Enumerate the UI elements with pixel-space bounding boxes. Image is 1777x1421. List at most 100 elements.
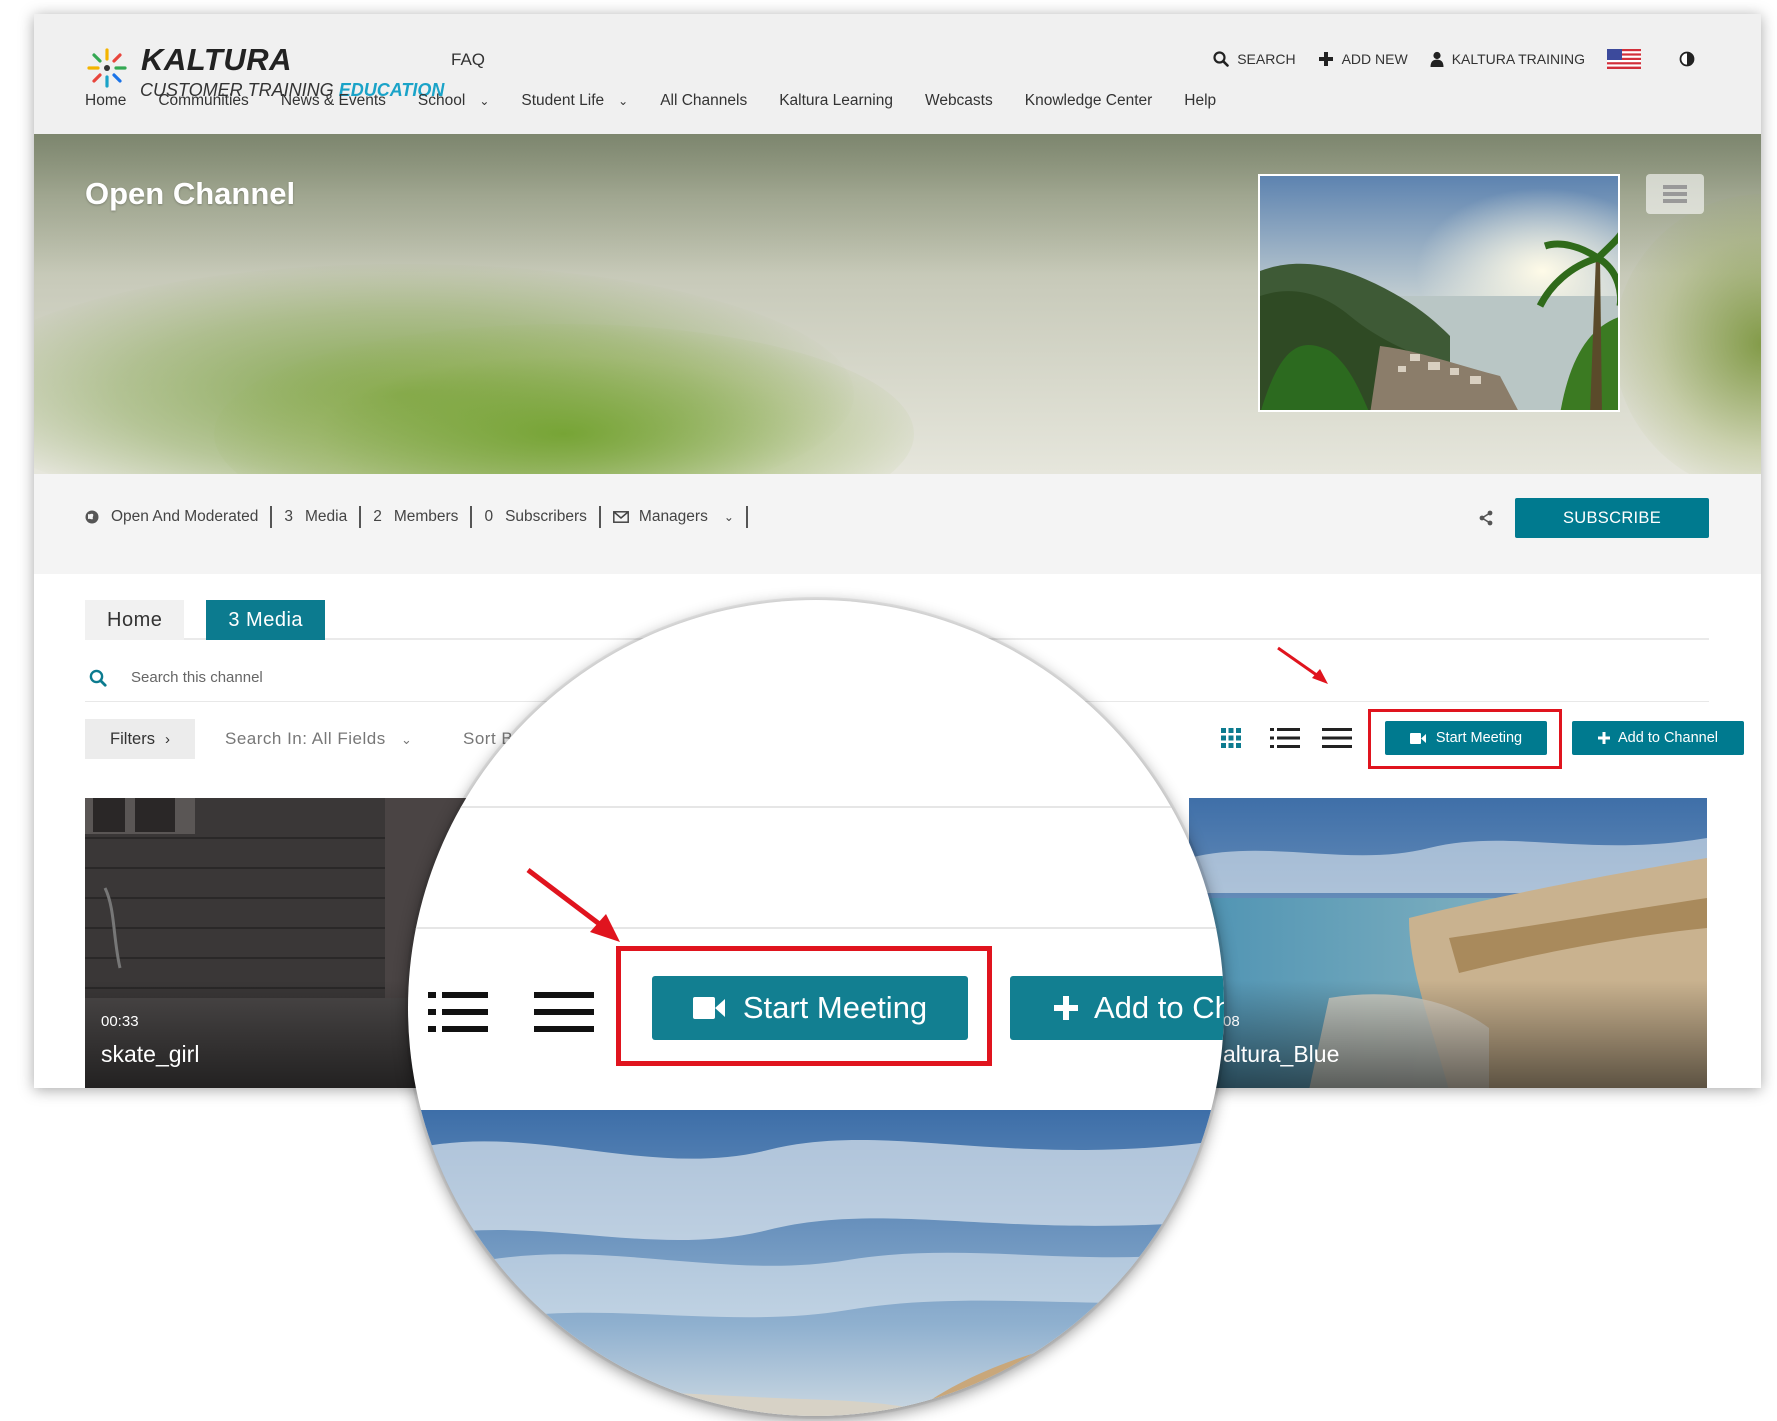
media-duration: 08: [1223, 1013, 1240, 1030]
video-camera-icon: [692, 997, 725, 1019]
search-in-dropdown[interactable]: Search In: All Fields ⌄: [225, 729, 412, 749]
managers-label: Managers: [638, 508, 708, 525]
nav-help[interactable]: Help: [1184, 92, 1216, 110]
start-meeting-label: Start Meeting: [742, 990, 928, 1025]
managers-dropdown[interactable]: Managers ⌄: [612, 508, 734, 526]
utility-bar: SEARCH ADD NEW KALTURA TRAINING: [1213, 49, 1695, 69]
envelope-icon: [612, 511, 629, 523]
add-to-channel-label: Add to Ch: [1094, 990, 1224, 1025]
contrast-icon[interactable]: [1679, 51, 1695, 67]
channel-actions-button[interactable]: [1646, 174, 1704, 214]
channel-stats: Open And Moderated 3 Media 2 Members 0 S…: [85, 506, 760, 528]
nav-knowledge-center[interactable]: Knowledge Center: [1025, 92, 1153, 110]
channel-title: Open Channel: [85, 176, 296, 211]
divider: [598, 506, 601, 528]
nav-student-life[interactable]: Student Life ⌄: [521, 92, 628, 110]
nav-school-label: School: [417, 92, 466, 109]
coastline-image: [1260, 176, 1618, 410]
search-in-label: Search In: All Fields: [225, 729, 386, 748]
members-count: 2: [373, 508, 382, 525]
add-to-channel-label: Add to Channel: [1618, 730, 1718, 746]
start-meeting-button[interactable]: Start Meeting: [1385, 721, 1547, 755]
chevron-down-icon: ⌄: [723, 510, 734, 524]
site-header: KALTURA CUSTOMER TRAINING EDUCATION FAQ …: [34, 14, 1761, 134]
add-new-label: ADD NEW: [1341, 51, 1408, 67]
plus-icon: [1318, 52, 1333, 66]
add-new-link[interactable]: ADD NEW: [1318, 51, 1408, 67]
tab-media[interactable]: 3 Media: [206, 600, 326, 640]
tab-home[interactable]: Home: [85, 600, 185, 640]
faq-link[interactable]: FAQ: [451, 50, 485, 70]
media-label: Media: [304, 508, 348, 525]
channel-banner: Open Channel: [34, 134, 1761, 474]
media-count: 3: [284, 508, 293, 525]
search-icon: [89, 669, 107, 687]
stage: KALTURA CUSTOMER TRAINING EDUCATION FAQ …: [0, 0, 1777, 1421]
nav-help-label: Help: [1184, 92, 1217, 109]
nav-communities-label: Communities: [158, 92, 249, 109]
user-icon: [1430, 51, 1444, 67]
nav-school[interactable]: School ⌄: [418, 92, 489, 110]
user-name: KALTURA TRAINING: [1451, 51, 1585, 67]
video-camera-icon: [1409, 732, 1426, 744]
filters-label: Filters: [110, 729, 155, 748]
detailed-list-view-icon[interactable]: [428, 992, 488, 1032]
nav-home[interactable]: Home: [85, 92, 126, 110]
annotation-arrow: [526, 868, 620, 942]
logo-title: KALTURA: [141, 42, 293, 77]
detailed-list-view-icon[interactable]: [1270, 728, 1300, 748]
compact-list-view-icon[interactable]: [1322, 728, 1352, 748]
nav-webcasts-label: Webcasts: [924, 92, 993, 109]
search-link[interactable]: SEARCH: [1213, 51, 1296, 67]
nav-student-life-label: Student Life: [521, 92, 605, 109]
kaltura-logo-icon: [87, 48, 127, 88]
beach-thumbnail-zoomed: [408, 1110, 1224, 1416]
menu-icon: [1663, 185, 1687, 203]
user-menu[interactable]: KALTURA TRAINING: [1430, 51, 1585, 67]
start-meeting-button-zoomed[interactable]: Start Meeting: [652, 976, 968, 1040]
media-title[interactable]: skate_girl: [101, 1041, 199, 1068]
site-logo[interactable]: KALTURA CUSTOMER TRAINING EDUCATION: [85, 30, 444, 100]
share-icon[interactable]: [1478, 510, 1494, 526]
nav-webcasts[interactable]: Webcasts: [925, 92, 993, 110]
card-shade: [1189, 980, 1707, 1088]
plus-icon: [1054, 996, 1078, 1020]
nav-kaltura-learning[interactable]: Kaltura Learning: [779, 92, 893, 110]
start-meeting-label: Start Meeting: [1435, 730, 1523, 746]
search-icon: [1213, 51, 1230, 67]
subscribers-count: 0: [484, 508, 494, 525]
grid-view-icon[interactable]: [1221, 728, 1241, 748]
filters-button[interactable]: Filters ›: [85, 719, 195, 759]
divider: [359, 506, 362, 528]
main-nav: Home Communities News & Events School ⌄ S…: [85, 92, 1248, 110]
chevron-right-icon: ›: [164, 730, 170, 748]
chevron-down-icon: ⌄: [479, 94, 490, 108]
channel-thumbnail: [1258, 174, 1620, 412]
members-label: Members: [393, 508, 459, 525]
search-input[interactable]: [131, 669, 531, 686]
nav-home-label: Home: [85, 92, 127, 109]
nav-kaltura-learning-label: Kaltura Learning: [779, 92, 893, 109]
add-to-channel-button[interactable]: Add to Channel: [1572, 721, 1744, 755]
subscribe-button[interactable]: SUBSCRIBE: [1515, 498, 1709, 538]
divider: [470, 506, 473, 528]
us-flag-icon[interactable]: [1607, 49, 1641, 69]
divider: [408, 806, 1224, 808]
nav-all-channels-label: All Channels: [660, 92, 748, 109]
nav-news-events[interactable]: News & Events: [281, 92, 386, 110]
nav-communities[interactable]: Communities: [158, 92, 248, 110]
plus-icon: [1598, 732, 1611, 744]
compact-list-view-icon[interactable]: [534, 992, 594, 1032]
divider: [270, 506, 273, 528]
nav-news-events-label: News & Events: [280, 92, 386, 109]
nav-all-channels[interactable]: All Channels: [660, 92, 747, 110]
media-title[interactable]: altura_Blue: [1223, 1041, 1339, 1068]
media-card[interactable]: 08 altura_Blue: [1189, 798, 1707, 1088]
add-to-channel-button-zoomed[interactable]: Add to Ch: [1010, 976, 1224, 1040]
search-label: SEARCH: [1237, 51, 1296, 67]
chevron-down-icon: ⌄: [400, 732, 413, 747]
divider: [745, 506, 748, 528]
annotation-arrow: [1277, 646, 1328, 684]
channel-info-bar: Open And Moderated 3 Media 2 Members 0 S…: [34, 474, 1761, 574]
privacy-label: Open And Moderated: [111, 508, 259, 525]
